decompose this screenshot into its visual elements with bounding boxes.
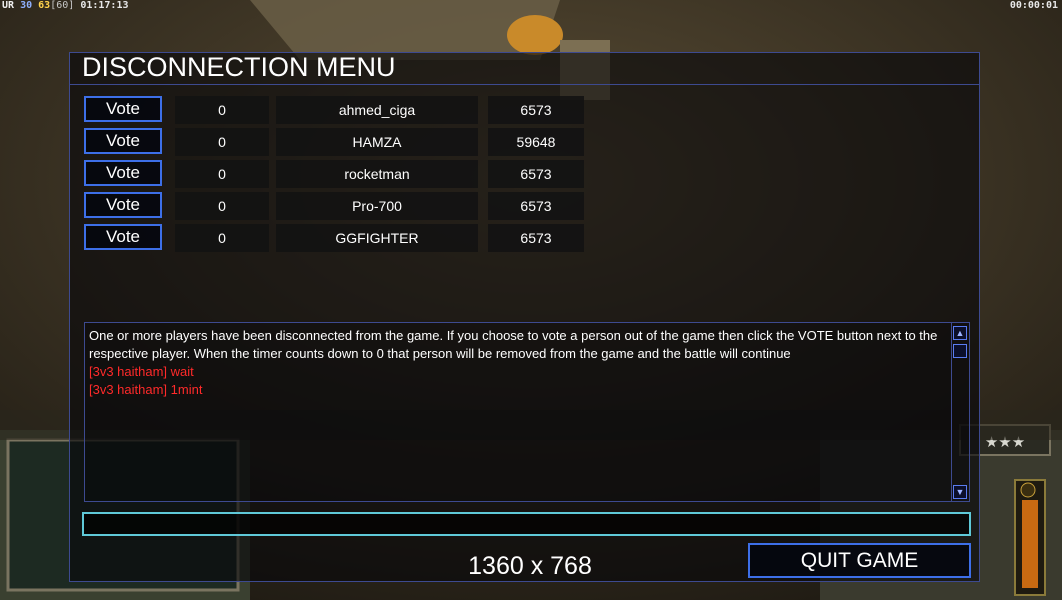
game-clock: 01:17:13 xyxy=(80,0,129,11)
chat-message: [3v3 haitham] 1mint xyxy=(89,382,203,397)
resolution-label: 1360 x 768 xyxy=(468,552,592,580)
player-row: Vote 0 GGFIGHTER 6573 xyxy=(84,224,584,252)
vote-button[interactable]: Vote xyxy=(84,160,162,186)
ur-label: UR xyxy=(2,0,15,11)
chat-log[interactable]: One or more players have been disconnect… xyxy=(84,322,970,502)
player-name: HAMZA xyxy=(276,128,478,156)
player-vote-timer: 0 xyxy=(175,192,269,220)
vote-button[interactable]: Vote xyxy=(84,128,162,154)
vote-button[interactable]: Vote xyxy=(84,96,162,122)
scroll-thumb[interactable] xyxy=(953,344,967,358)
elapsed-timer: 00:00:01 xyxy=(1009,0,1058,11)
menu-title: DISCONNECTION MENU xyxy=(82,52,396,82)
player-vote-timer: 0 xyxy=(175,128,269,156)
player-row: Vote 0 ahmed_ciga 6573 xyxy=(84,96,584,124)
hud-stat-1: 30 xyxy=(20,0,33,11)
player-row: Vote 0 Pro-700 6573 xyxy=(84,192,584,220)
player-ping: 6573 xyxy=(488,160,584,188)
disconnect-info-text: One or more players have been disconnect… xyxy=(89,328,938,361)
chat-scrollbar[interactable]: ▲ ▼ xyxy=(951,323,969,501)
player-vote-timer: 0 xyxy=(175,96,269,124)
player-name: Pro-700 xyxy=(276,192,478,220)
player-name: GGFIGHTER xyxy=(276,224,478,252)
player-ping: 6573 xyxy=(488,96,584,124)
player-ping: 59648 xyxy=(488,128,584,156)
player-row: Vote 0 rocketman 6573 xyxy=(84,160,584,188)
player-ping: 6573 xyxy=(488,224,584,252)
chat-text: One or more players have been disconnect… xyxy=(89,327,949,399)
vote-button[interactable]: Vote xyxy=(84,224,162,250)
chat-message: [3v3 haitham] wait xyxy=(89,364,194,379)
quit-game-button[interactable]: QUIT GAME xyxy=(748,543,971,578)
player-name: ahmed_ciga xyxy=(276,96,478,124)
arrow-down-icon[interactable]: ▼ xyxy=(953,485,967,499)
hud-stat-fps-cap: [60] xyxy=(50,0,75,11)
vote-button[interactable]: Vote xyxy=(84,192,162,218)
fps-and-game-clock: UR 30 63[60] 01:17:13 xyxy=(2,0,129,11)
player-row: Vote 0 HAMZA 59648 xyxy=(84,128,584,156)
arrow-up-icon[interactable]: ▲ xyxy=(953,326,967,340)
chat-input[interactable] xyxy=(82,512,971,536)
player-name: rocketman xyxy=(276,160,478,188)
player-ping: 6573 xyxy=(488,192,584,220)
player-vote-timer: 0 xyxy=(175,160,269,188)
hud-stat-fps: 63 xyxy=(38,0,51,11)
player-vote-timer: 0 xyxy=(175,224,269,252)
title-divider xyxy=(69,84,980,85)
